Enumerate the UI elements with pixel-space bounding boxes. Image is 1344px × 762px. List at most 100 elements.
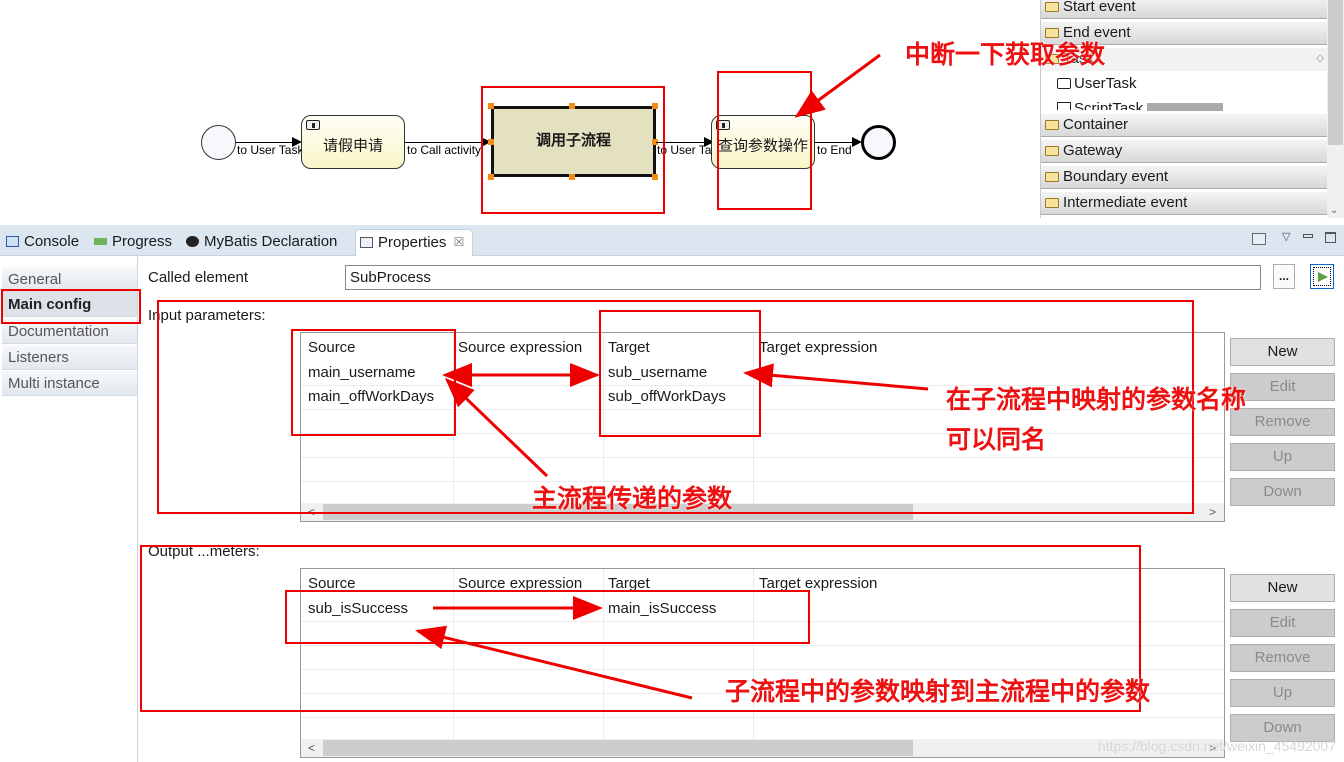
table-cell[interactable]: main_isSuccess — [608, 600, 716, 617]
tab-properties[interactable]: Properties ☒ — [355, 229, 474, 256]
table-cell[interactable]: main_offWorkDays — [308, 388, 434, 405]
column-header[interactable]: Source expression — [458, 339, 582, 356]
input-parameters-label: Input parameters: — [148, 307, 266, 324]
selection-handle[interactable] — [488, 139, 494, 145]
tab-console[interactable]: Console — [2, 229, 79, 256]
selection-handle[interactable] — [569, 174, 575, 180]
row-divider — [301, 433, 1224, 434]
output-new-button[interactable]: New — [1230, 574, 1335, 602]
palette-scrollbar[interactable]: ⌄ — [1327, 0, 1344, 218]
annotation-same-name: 可以同名 — [946, 425, 1047, 454]
tab-label: Console — [24, 233, 80, 250]
pin-editor-icon[interactable] — [1252, 233, 1266, 245]
call-activity-label: 调用子流程 — [535, 132, 611, 149]
nav-general[interactable]: General — [2, 267, 137, 292]
output-up-button[interactable]: Up — [1230, 679, 1335, 707]
selection-handle[interactable] — [652, 174, 658, 180]
view-menu-icon[interactable]: ▽ — [1282, 230, 1290, 243]
tab-progress[interactable]: Progress — [90, 229, 172, 256]
selection-handle[interactable] — [488, 174, 494, 180]
column-divider — [453, 333, 454, 503]
selection-handle[interactable] — [569, 103, 575, 109]
console-icon — [6, 236, 19, 247]
column-header[interactable]: Target expression — [759, 339, 877, 356]
table-cell[interactable]: sub_offWorkDays — [608, 388, 726, 405]
task-label: 查询参数操作 — [717, 137, 808, 155]
nav-main-config[interactable]: Main config — [2, 292, 137, 317]
user-task-query-params[interactable]: 查询参数操作 — [711, 115, 815, 169]
row-divider — [301, 669, 1224, 670]
input-down-button[interactable]: Down — [1230, 478, 1335, 506]
called-element-input[interactable]: SubProcess — [345, 265, 1261, 290]
column-divider — [753, 569, 754, 739]
scrollbar-thumb[interactable] — [1328, 0, 1343, 145]
tab-mybatis-declaration[interactable]: MyBatis Declaration — [182, 229, 337, 256]
folder-icon — [1045, 120, 1059, 130]
palette-drawer-boundary-event[interactable]: Boundary event — [1041, 165, 1328, 189]
horizontal-scrollbar[interactable]: < > — [301, 739, 1224, 757]
row-divider — [301, 717, 1224, 718]
close-icon[interactable]: ☒ — [454, 230, 465, 255]
maximize-icon[interactable] — [1325, 232, 1336, 243]
watermark: https://blog.csdn.net/weixin_45492007 — [1097, 738, 1336, 754]
column-header[interactable]: Target expression — [759, 575, 877, 592]
output-parameters-table[interactable]: Source Source expression Target Target e… — [300, 568, 1225, 758]
table-cell[interactable]: sub_isSuccess — [308, 600, 408, 617]
palette-drawer-container[interactable]: Container — [1041, 113, 1328, 137]
nav-listeners[interactable]: Listeners — [2, 345, 137, 370]
scroll-left-icon[interactable]: < — [308, 503, 315, 521]
column-header[interactable]: Target — [608, 575, 650, 592]
user-task-leave-request[interactable]: 请假申请 — [301, 115, 405, 169]
view-tab-bar: Console Progress MyBatis Declaration Pro… — [0, 225, 1344, 256]
column-header[interactable]: Source — [308, 339, 356, 356]
row-divider — [301, 645, 1224, 646]
end-event[interactable] — [861, 125, 896, 160]
drawer-label: Boundary event — [1063, 168, 1169, 185]
diagram-canvas[interactable]: to User Task 请假申请 to Call activity 调用子流程… — [0, 0, 1040, 222]
chevron-down-icon[interactable]: ⌄ — [1330, 205, 1338, 216]
table-cell[interactable]: sub_username — [608, 364, 707, 381]
column-header[interactable]: Source expression — [458, 575, 582, 592]
call-activity[interactable]: 调用子流程 — [491, 106, 656, 177]
palette-drawer-start-event[interactable]: Start event — [1041, 0, 1328, 19]
horizontal-scrollbar[interactable]: < > — [301, 503, 1224, 521]
palette-item-label: UserTask — [1074, 75, 1137, 92]
input-up-button[interactable]: Up — [1230, 443, 1335, 471]
palette-task-scroll[interactable] — [1147, 103, 1223, 111]
minimize-icon[interactable] — [1303, 234, 1313, 238]
user-task-icon — [716, 120, 730, 130]
column-header[interactable]: Target — [608, 339, 650, 356]
selection-handle[interactable] — [488, 103, 494, 109]
palette-drawer-intermediate-event[interactable]: Intermediate event — [1041, 191, 1328, 215]
column-divider — [453, 569, 454, 739]
output-edit-button[interactable]: Edit — [1230, 609, 1335, 637]
pin-icon[interactable]: ◇ — [1316, 48, 1324, 70]
user-task-icon — [306, 120, 320, 130]
palette-drawer-gateway[interactable]: Gateway — [1041, 139, 1328, 163]
selection-handle[interactable] — [652, 103, 658, 109]
drawer-label: Intermediate event — [1063, 194, 1188, 211]
folder-icon — [1045, 146, 1059, 156]
start-event[interactable] — [201, 125, 236, 160]
scrollbar-thumb[interactable] — [323, 740, 913, 756]
palette-item-usertask[interactable]: UserTask — [1057, 75, 1137, 92]
scroll-left-icon[interactable]: < — [308, 739, 315, 757]
open-called-element-button[interactable] — [1310, 264, 1334, 289]
user-task-icon — [1057, 78, 1071, 89]
output-remove-button[interactable]: Remove — [1230, 644, 1335, 672]
nav-multi-instance[interactable]: Multi instance — [2, 371, 137, 396]
drawer-label: Start event — [1063, 0, 1136, 15]
nav-documentation[interactable]: Documentation — [2, 319, 137, 344]
browse-button[interactable]: ... — [1273, 264, 1295, 289]
input-parameters-table[interactable]: Source Source expression Target Target e… — [300, 332, 1225, 522]
tab-label: Progress — [112, 233, 173, 250]
annotation-main-pass: 主流程传递的参数 — [532, 484, 733, 513]
column-divider — [603, 569, 604, 739]
palette: Start event End event Task ◇ UserTask Scr… — [1040, 0, 1344, 218]
scroll-right-icon[interactable]: > — [1209, 503, 1216, 521]
flow-label: to End — [817, 143, 852, 157]
table-cell[interactable]: main_username — [308, 364, 416, 381]
script-task-icon — [1057, 102, 1071, 110]
column-header[interactable]: Source — [308, 575, 356, 592]
input-new-button[interactable]: New — [1230, 338, 1335, 366]
